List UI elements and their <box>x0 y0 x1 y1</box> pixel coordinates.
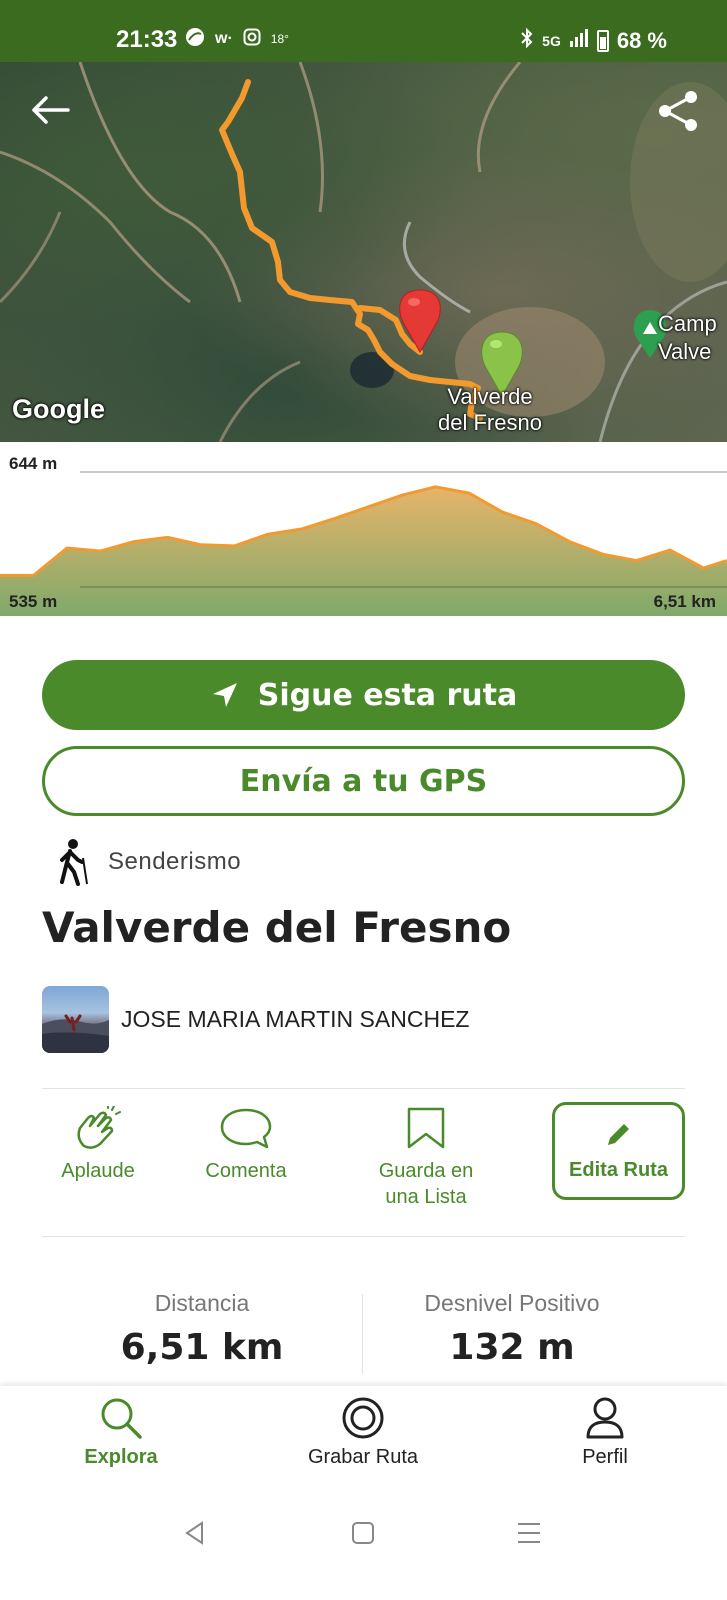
avatar-photo <box>42 1014 109 1053</box>
nav-record[interactable]: Grabar Ruta <box>263 1396 463 1469</box>
system-back-icon[interactable] <box>182 1520 208 1546</box>
elevation-gain-stat: Desnivel Positivo 132 m <box>352 1290 672 1368</box>
total-distance-label: 6,51 km <box>653 592 716 611</box>
elevation-profile[interactable]: 644 m 535 m 6,51 km <box>0 442 727 616</box>
activity-type: Senderismo <box>54 838 241 886</box>
send-to-gps-label: Envía a tu GPS <box>239 763 488 799</box>
divider <box>42 1088 685 1089</box>
max-elevation-label: 644 m <box>9 454 58 473</box>
temperature: 18° <box>270 32 289 46</box>
distance-value: 6,51 km <box>120 1327 284 1368</box>
nav-profile[interactable]: Perfil <box>505 1396 705 1469</box>
min-elevation-label: 535 m <box>9 592 58 611</box>
clapping-hands-icon <box>77 1106 121 1149</box>
nav-explore[interactable]: Explora <box>21 1396 221 1469</box>
speech-bubble-icon <box>220 1108 272 1149</box>
route-map[interactable]: Google Valverde del Fresno Camp Valve <box>0 62 727 442</box>
divider <box>42 1236 685 1237</box>
nav-explore-label: Explora <box>84 1446 158 1468</box>
wallapop-icon: w· <box>215 30 233 47</box>
route-title: Valverde del Fresno <box>42 903 512 952</box>
status-bar: 21:33 w· 18° 5G 68 % <box>0 0 727 62</box>
share-icon[interactable] <box>655 88 701 134</box>
bookmark-icon <box>407 1107 445 1149</box>
save-to-list-button[interactable]: Guarda en una Lista <box>356 1102 496 1210</box>
system-status: 5G 68 % <box>520 27 667 55</box>
signal-icon <box>569 28 589 54</box>
save-label-line1: Guarda en <box>378 1160 474 1182</box>
system-navigation <box>0 1496 727 1600</box>
battery-level: 68 % <box>616 28 667 53</box>
elevation-gain-label: Desnivel Positivo <box>424 1290 600 1316</box>
comment-button[interactable]: Comenta <box>176 1102 316 1184</box>
applaud-label: Aplaude <box>61 1160 135 1182</box>
follow-route-label: Sigue esta ruta <box>257 677 518 713</box>
map-terrain <box>0 62 727 442</box>
follow-route-button[interactable]: Sigue esta ruta <box>42 660 685 730</box>
campsite-label: Camp Valve <box>658 311 717 364</box>
map-attribution: Google <box>12 394 105 424</box>
edit-route-label: Edita Ruta <box>569 1159 668 1181</box>
system-home-icon[interactable] <box>350 1520 376 1546</box>
search-icon <box>101 1398 142 1439</box>
record-icon <box>342 1397 384 1439</box>
edit-route-button[interactable]: Edita Ruta <box>552 1102 685 1200</box>
system-menu-icon[interactable] <box>516 1520 542 1546</box>
author[interactable]: JOSE MARIA MARTIN SANCHEZ <box>42 986 469 1053</box>
route-stats: Distancia 6,51 km Desnivel Positivo 132 … <box>42 1290 685 1380</box>
author-name[interactable]: JOSE MARIA MARTIN SANCHEZ <box>121 1006 469 1033</box>
comment-label: Comenta <box>205 1160 287 1182</box>
network-type: 5G <box>542 33 561 49</box>
nav-profile-label: Perfil <box>582 1446 628 1468</box>
elevation-area <box>0 486 727 616</box>
battery-icon <box>596 30 609 52</box>
navigation-arrow-icon <box>212 683 237 707</box>
action-row: Aplaude Comenta Guarda en una Lista Edit… <box>42 1102 685 1227</box>
applaud-button[interactable]: Aplaude <box>28 1102 168 1184</box>
pencil-icon <box>607 1124 629 1145</box>
elevation-gain-value: 132 m <box>449 1327 575 1368</box>
save-label-line2: una Lista <box>385 1186 467 1208</box>
send-to-gps-button[interactable]: Envía a tu GPS <box>42 746 685 816</box>
avatar[interactable] <box>42 986 109 1053</box>
instagram-icon <box>243 28 261 50</box>
nav-record-label: Grabar Ruta <box>307 1446 419 1468</box>
activity-label: Senderismo <box>108 848 242 875</box>
back-arrow-icon[interactable] <box>28 92 72 128</box>
elevation-chart <box>0 471 727 616</box>
distance-label: Distancia <box>154 1290 250 1316</box>
town-label: Valverde del Fresno <box>438 384 542 435</box>
clock: 21:33 <box>116 26 178 53</box>
app-leaf-icon <box>185 27 205 51</box>
notification-icons: w· 18° <box>185 27 289 51</box>
bottom-nav: Explora Grabar Ruta Perfil <box>0 1386 727 1496</box>
user-icon <box>586 1397 624 1439</box>
hiker-icon <box>60 839 88 886</box>
bluetooth-icon <box>520 27 534 55</box>
distance-stat: Distancia 6,51 km <box>42 1290 362 1368</box>
